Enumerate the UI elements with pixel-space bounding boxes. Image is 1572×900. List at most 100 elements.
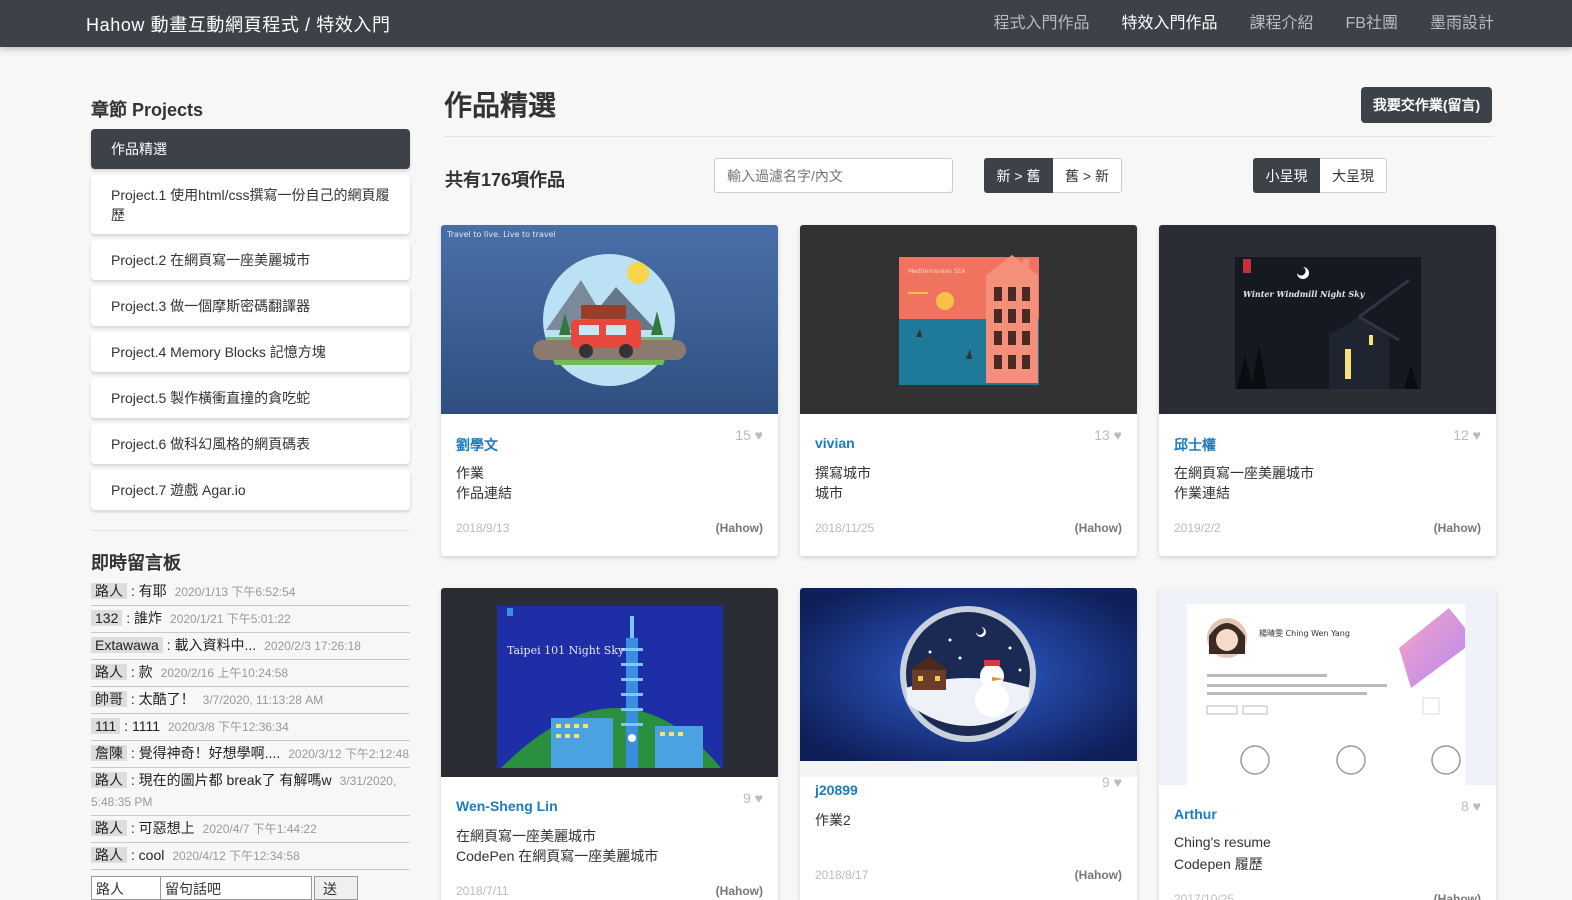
- card-link-text[interactable]: 作品連結: [456, 483, 512, 503]
- message-time: 2020/2/16 上午10:24:58: [160, 666, 289, 680]
- card-description: 作業2: [815, 812, 851, 828]
- sort-new-to-old-button[interactable]: 新 > 舊: [984, 158, 1053, 193]
- project-thumbnail[interactable]: [800, 588, 1137, 761]
- like-count[interactable]: 9 ♥: [1102, 774, 1122, 790]
- message-author: 詹陳: [91, 745, 127, 761]
- size-toggle: 小呈現 大呈現: [1253, 158, 1387, 193]
- chapter-item-project-7[interactable]: Project.7 遊戲 Agar.io: [91, 470, 410, 510]
- message-board: 路人 : 有耶 2020/1/13 下午6:52:54 132 : 誰炸 2020/…: [91, 579, 410, 870]
- card-body: 12 ♥ 邱士權 在網頁寫一座美麗城市 作業連結 2019/2/2 (Hahow…: [1159, 414, 1496, 556]
- navbar: Hahow 動畫互動網頁程式 / 特效入門 程式入門作品 特效入門作品 課程介紹…: [0, 0, 1572, 47]
- author-name[interactable]: vivian: [815, 435, 855, 451]
- card-link-text[interactable]: Codepen 履歷: [1174, 854, 1263, 874]
- sidebar-divider: [91, 530, 410, 531]
- message-time: 2020/1/21 下午5:01:22: [170, 612, 291, 626]
- card-link-text[interactable]: CodePen 在網頁寫一座美麗城市: [456, 846, 658, 866]
- message-item: 132 : 誰炸 2020/1/21 下午5:01:22: [91, 606, 410, 633]
- message-input[interactable]: 留句話吧: [160, 876, 312, 900]
- project-card[interactable]: Mediterranean SEA 13 ♥ vivian 撰寫城市 城市 20…: [800, 225, 1137, 556]
- project-card[interactable]: Travel to live. Live to travel 15 ♥ 劉學文 …: [441, 225, 778, 556]
- like-count[interactable]: 8 ♥: [1461, 798, 1481, 814]
- message-text: 載入資料中...: [174, 637, 257, 653]
- like-count[interactable]: 15 ♥: [735, 427, 763, 443]
- project-thumbnail[interactable]: Winter Windmill Night Sky: [1159, 225, 1496, 414]
- project-card[interactable]: 9 ♥ j20899 作業2 2018/8/17 (Hahow): [800, 588, 1137, 900]
- message-text: 誰炸: [134, 610, 163, 626]
- message-time: 2020/4/12 下午12:34:58: [172, 849, 300, 863]
- message-text: cool: [138, 847, 165, 863]
- message-text: 1111: [131, 718, 160, 734]
- card-date: 2018/7/11: [456, 884, 509, 898]
- author-name[interactable]: 邱士權: [1174, 435, 1216, 455]
- nav-link-moyu-design[interactable]: 墨雨設計: [1430, 0, 1494, 47]
- message-author: 帥哥: [91, 691, 127, 707]
- message-author: 132: [91, 610, 123, 626]
- message-item: 詹陳 : 覺得神奇！好想學啊.... 2020/3/12 下午2:12:48: [91, 741, 410, 768]
- like-count[interactable]: 12 ♥: [1453, 427, 1481, 443]
- name-input[interactable]: 路人: [91, 876, 161, 900]
- message-author: 路人: [91, 664, 127, 680]
- project-thumbnail[interactable]: Taipei 101 Night Sky: [441, 588, 778, 777]
- large-view-button[interactable]: 大呈現: [1320, 158, 1387, 193]
- chapter-item-project-6[interactable]: Project.6 做科幻風格的網頁碼表: [91, 424, 410, 464]
- message-item: 帥哥 : 太酷了！ 3/7/2020, 11:13:28 AM: [91, 687, 410, 714]
- nav-link-programming-works[interactable]: 程式入門作品: [993, 0, 1089, 47]
- card-source: (Hahow): [715, 521, 763, 535]
- chapter-item-project-2[interactable]: Project.2 在網頁寫一座美麗城市: [91, 240, 410, 280]
- project-card[interactable]: Taipei 101 Night Sky 9 ♥ Wen-Sheng Lin 在…: [441, 588, 778, 900]
- card-date: 2019/2/2: [1174, 521, 1221, 535]
- author-name[interactable]: Arthur: [1174, 806, 1217, 822]
- message-item: 路人 : 現在的圖片都 break了 有解嗎w 3/31/2020, 5:48:3…: [91, 768, 410, 816]
- filter-input[interactable]: [714, 158, 953, 193]
- chapter-item-project-4[interactable]: Project.4 Memory Blocks 記憶方塊: [91, 332, 410, 372]
- message-author: Extawawa: [91, 637, 163, 653]
- like-count[interactable]: 13 ♥: [1094, 427, 1122, 443]
- message-time: 2020/2/3 17:26:18: [264, 639, 361, 653]
- message-item: 路人 : 有耶 2020/1/13 下午6:52:54: [91, 579, 410, 606]
- card-body: 9 ♥ Wen-Sheng Lin 在網頁寫一座美麗城市 CodePen 在網頁…: [441, 777, 778, 900]
- message-text: 現在的圖片都 break了 有解嗎w: [138, 772, 332, 788]
- small-view-button[interactable]: 小呈現: [1253, 158, 1320, 193]
- message-time: 2020/4/7 下午1:44:22: [202, 822, 317, 836]
- card-description: 在網頁寫一座美麗城市: [456, 828, 596, 844]
- message-text: 太酷了！: [138, 691, 195, 707]
- brand-title[interactable]: Hahow 動畫互動網頁程式 / 特效入門: [86, 11, 391, 37]
- card-description: 撰寫城市: [815, 465, 871, 481]
- chapter-item-featured[interactable]: 作品精選: [91, 129, 410, 169]
- works-count: 共有176項作品: [445, 170, 566, 190]
- card-description: Ching's resume: [1174, 834, 1271, 850]
- submit-homework-button[interactable]: 我要交作業(留言): [1361, 87, 1492, 123]
- card-link-text[interactable]: 城市: [815, 483, 843, 503]
- chapter-item-project-5[interactable]: Project.5 製作橫衝直撞的貪吃蛇: [91, 378, 410, 418]
- nav-link-fb-group[interactable]: FB社團: [1346, 0, 1398, 47]
- author-name[interactable]: 劉學文: [456, 435, 498, 455]
- card-body: 13 ♥ vivian 撰寫城市 城市 2018/11/25 (Hahow): [800, 414, 1137, 556]
- project-thumbnail[interactable]: Travel to live. Live to travel: [441, 225, 778, 414]
- message-author: 111: [91, 718, 121, 734]
- sidebar-title: 章節 Projects: [91, 100, 204, 120]
- author-name[interactable]: j20899: [815, 782, 858, 798]
- card-date: 2017/10/25: [1174, 892, 1235, 900]
- sort-old-to-new-button[interactable]: 舊 > 新: [1053, 158, 1122, 193]
- nav-link-course-intro[interactable]: 課程介紹: [1250, 0, 1314, 47]
- thumb-caption: Taipei 101 Night Sky: [507, 644, 625, 657]
- card-link-text[interactable]: 作業連結: [1174, 483, 1230, 503]
- nav-link-effects-works[interactable]: 特效入門作品: [1122, 0, 1218, 47]
- project-card[interactable]: Winter Windmill Night Sky 12 ♥ 邱士權 在網頁寫一…: [1159, 225, 1496, 556]
- card-source: (Hahow): [715, 884, 763, 898]
- card-date: 2018/9/13: [456, 521, 510, 535]
- project-thumbnail[interactable]: Mediterranean SEA: [800, 225, 1137, 414]
- project-card[interactable]: 楊晴雯 Ching Wen Yang 8 ♥ Arthur Ching's re…: [1159, 588, 1496, 900]
- message-board-title: 即時留言板: [91, 553, 181, 573]
- like-count[interactable]: 9 ♥: [743, 790, 763, 806]
- chapter-item-project-1[interactable]: Project.1 使用html/css撰寫一份自己的網頁履歷: [91, 175, 410, 234]
- send-button[interactable]: 送出: [314, 876, 358, 900]
- chapter-item-project-3[interactable]: Project.3 做一個摩斯密碼翻譯器: [91, 286, 410, 326]
- author-name[interactable]: Wen-Sheng Lin: [456, 798, 558, 814]
- card-date: 2018/11/25: [815, 521, 875, 535]
- project-thumbnail[interactable]: 楊晴雯 Ching Wen Yang: [1159, 588, 1496, 785]
- message-time: 2020/3/8 下午12:36:34: [167, 720, 289, 734]
- message-author: 路人: [91, 820, 127, 836]
- message-item: 路人 : cool 2020/4/12 下午12:34:58: [91, 843, 410, 870]
- message-time: 3/7/2020, 11:13:28 AM: [202, 693, 324, 707]
